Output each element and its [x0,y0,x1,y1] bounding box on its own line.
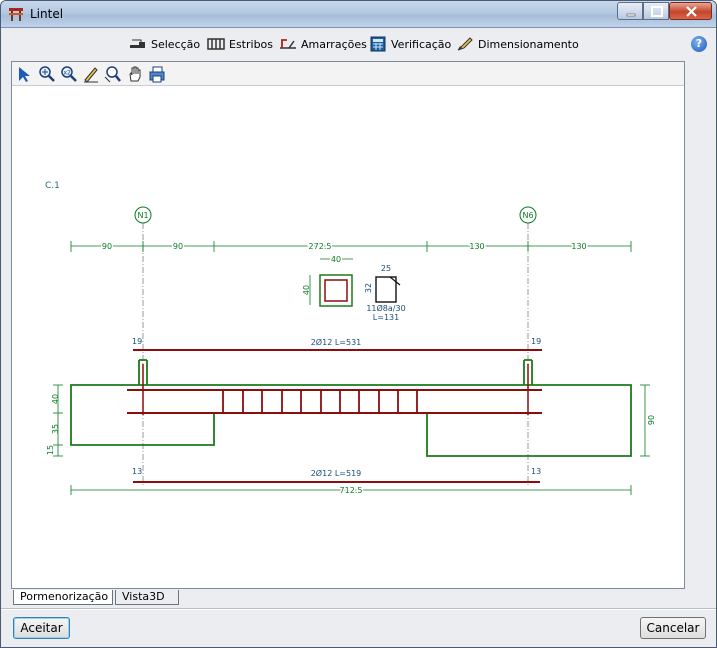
view-toolbar: x2 [12,62,684,86]
accept-button[interactable]: Aceitar [13,617,70,639]
right-dim: 90 [647,415,656,425]
minimize-button[interactable] [617,2,643,20]
cross-section: 40 40 [302,254,353,307]
top-dimension-line [70,241,632,252]
menu-bar: Selecção Estribos Amarrações Verificação [1,29,716,59]
select-arrow-icon[interactable] [16,65,34,83]
menu-stirrups-label: Estribos [229,37,274,51]
stirrup-shape: 25 32 11Ø8a/30 L=131 [364,264,406,322]
stirrup-length: L=131 [373,313,399,322]
menu-design-label: Dimensionamento [478,37,579,51]
pan-hand-icon[interactable] [126,65,144,83]
top-rebar: 19 19 2Ø12 L=531 [132,337,542,351]
stirrups-icon [207,38,225,50]
stirrup-top-dim: 25 [381,264,391,273]
maximize-icon [651,6,663,17]
beam-outline [70,359,632,457]
element-label: C.1 [45,181,60,191]
node-left-label: N1 [137,211,148,220]
close-icon [686,6,697,17]
maximize-button[interactable] [643,2,669,20]
hand-pointer-icon [130,39,145,48]
menu-selection[interactable]: Selecção [129,35,200,53]
top-hook-right: 19 [531,337,541,346]
dim-top-5: 130 [571,242,586,251]
drawing-panel: x2 C.1 N1 N6 90 90 272.5 130 130 40 40 2… [11,61,685,589]
cancel-button[interactable]: Cancelar [640,617,706,639]
dim-top-1: 90 [102,242,112,251]
total-dim: 712.5 [340,486,363,495]
node-left-marker: N1 [134,206,152,224]
bottom-rebar: 13 13 2Ø12 L=519 [132,467,541,483]
menu-verification-label: Verificação [391,37,452,51]
title-bar: Lintel [1,1,716,28]
zoom-x2-icon[interactable]: x2 [60,65,78,83]
bottom-bar-label: 2Ø12 L=519 [311,468,362,478]
window-title: Lintel [30,7,64,21]
left-dim-1: 40 [51,394,60,404]
section-height: 40 [302,285,311,295]
print-preview-icon[interactable] [148,65,166,83]
dim-top-4: 130 [469,242,484,251]
stirrup-side-dim: 32 [364,283,373,293]
section-width: 40 [331,255,341,264]
lintel-window: Lintel Selecção Estribos Amarrações Veri… [0,0,717,648]
top-hook-left: 19 [132,337,142,346]
bottom-separator [1,608,716,610]
stirrups-row [222,390,418,413]
help-icon[interactable]: ? [691,36,707,52]
calculator-icon [370,36,386,52]
tab-view3d[interactable]: Vista3D [115,590,179,605]
draw-pen-icon[interactable] [82,65,100,83]
lintel-app-icon [9,8,23,21]
zoom-previous-icon[interactable] [104,65,122,83]
node-right-marker: N6 [519,206,537,224]
dim-top-2: 90 [173,242,183,251]
bottom-hook-right: 13 [531,467,541,476]
svg-text:x2: x2 [64,70,72,77]
menu-selection-label: Selecção [151,37,201,51]
ties-icon [280,39,296,49]
pencil-check-icon [457,37,473,51]
menu-design[interactable]: Dimensionamento [456,35,579,53]
tab-detailing[interactable]: Pormenorização [13,590,113,605]
bottom-hook-left: 13 [132,467,142,476]
left-dim-3: 15 [46,445,55,455]
minimize-icon [626,13,636,17]
left-dim-2: 35 [51,424,60,434]
menu-stirrups[interactable]: Estribos [207,35,273,53]
zoom-window-icon[interactable] [38,65,56,83]
close-button[interactable] [669,2,712,20]
dim-top-3: 272.5 [309,242,332,251]
stirrup-label: 11Ø8a/30 [366,303,405,313]
top-bar-label: 2Ø12 L=531 [311,337,362,347]
lintel-drawing[interactable]: C.1 N1 N6 90 90 272.5 130 130 40 40 25 3… [12,86,684,588]
menu-ties-label: Amarrações [301,37,367,51]
menu-ties[interactable]: Amarrações [279,35,367,53]
menu-verification[interactable]: Verificação [369,35,451,53]
node-right-label: N6 [522,211,533,220]
